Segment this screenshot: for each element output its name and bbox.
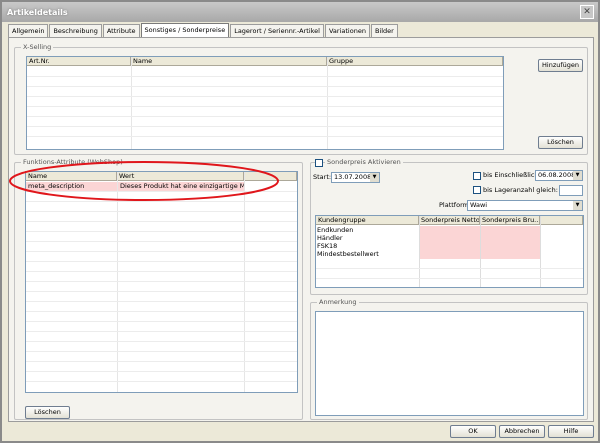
start-date-value: 13.07.2008: [334, 173, 372, 181]
sonderpreis-activate-label: Sonderpreis Aktivieren: [325, 158, 403, 167]
cancel-button[interactable]: Abbrechen: [499, 425, 545, 438]
ok-button[interactable]: OK: [450, 425, 496, 438]
artikeldetails-window: Artikeldetails ✕ Allgemein Beschreibung …: [0, 0, 600, 443]
column-header-kundengruppe[interactable]: Kundengruppe: [316, 216, 419, 225]
sonderpreis-activate-checkbox[interactable]: [315, 159, 323, 167]
x-selling-delete-button[interactable]: Löschen: [538, 136, 583, 149]
help-button[interactable]: Hilfe: [548, 425, 594, 438]
kundengruppe-table[interactable]: Kundengruppe Sonderpreis Netto Sonderpre…: [315, 215, 584, 288]
tab-allgemein[interactable]: Allgemein: [8, 24, 49, 37]
bis-lageranzahl-checkbox[interactable]: [473, 186, 481, 194]
tab-panel: X-Selling Art.Nr. Name Gruppe Hinzufügen…: [8, 37, 594, 422]
column-header-wert[interactable]: Wert: [117, 172, 244, 181]
tab-attribute[interactable]: Attribute: [102, 24, 140, 37]
funktions-attribute-table[interactable]: Name Wert meta_description Dieses Produk…: [25, 171, 298, 393]
column-header-empty: [540, 216, 583, 225]
column-header-name[interactable]: Name: [131, 57, 327, 66]
x-selling-table[interactable]: Art.Nr. Name Gruppe: [26, 56, 504, 150]
close-icon[interactable]: ✕: [580, 5, 594, 19]
window-title: Artikeldetails: [7, 7, 68, 17]
kundengruppe-row[interactable]: FSK18: [317, 242, 337, 250]
column-header-sonderpreis-brutto[interactable]: Sonderpreis Bru...: [480, 216, 540, 225]
tab-bilder[interactable]: Bilder: [370, 24, 398, 37]
anmerkung-textarea[interactable]: [315, 311, 584, 416]
bis-einschliesslich-checkbox[interactable]: [473, 172, 481, 180]
column-header-gruppe[interactable]: Gruppe: [327, 57, 503, 66]
lageranzahl-input[interactable]: [559, 185, 583, 196]
attribute-name-cell[interactable]: meta_description: [26, 182, 117, 191]
funktions-attribute-group: Funktions-Attribute (WebShop) Name Wert …: [14, 158, 303, 420]
kundengruppe-row[interactable]: Mindestbestellwert: [317, 250, 379, 258]
start-label: Start:: [313, 173, 332, 181]
tab-bar: Allgemein Beschreibung Attribute Sonstig…: [8, 23, 399, 37]
until-date-value: 06.08.2008: [538, 171, 576, 179]
chevron-down-icon[interactable]: ▼: [370, 173, 379, 182]
chevron-down-icon[interactable]: ▼: [573, 171, 582, 180]
tab-variationen[interactable]: Variationen: [324, 24, 370, 37]
kundengruppe-row[interactable]: Endkunden: [317, 226, 353, 234]
kundengruppe-row[interactable]: Händler: [317, 234, 343, 242]
funktions-attribute-legend: Funktions-Attribute (WebShop): [21, 158, 125, 167]
column-header-name[interactable]: Name: [26, 172, 117, 181]
bis-lageranzahl-label: bis Lageranzahl gleich:: [483, 186, 558, 194]
anmerkung-legend: Anmerkung: [317, 298, 359, 307]
plattform-value: Wawi: [470, 201, 488, 209]
title-bar[interactable]: Artikeldetails ✕: [2, 2, 598, 22]
column-header-art-nr[interactable]: Art.Nr.: [27, 57, 131, 66]
column-header-sonderpreis-netto[interactable]: Sonderpreis Netto: [419, 216, 480, 225]
funktions-delete-button[interactable]: Löschen: [25, 406, 70, 419]
attribute-value-cell[interactable]: Dieses Produkt hat eine einzigartige M..…: [118, 182, 244, 191]
plattform-select[interactable]: Wawi ▼: [467, 200, 583, 211]
x-selling-group: X-Selling Art.Nr. Name Gruppe Hinzufügen…: [14, 43, 588, 155]
until-date-picker[interactable]: 06.08.2008 ▼: [535, 170, 583, 181]
add-button[interactable]: Hinzufügen: [538, 59, 583, 72]
tab-sonstiges-sonderpreise[interactable]: Sonstiges / Sonderpreise: [140, 23, 230, 37]
start-date-picker[interactable]: 13.07.2008 ▼: [331, 172, 380, 183]
sonderpreis-group: Sonderpreis Aktivieren Start: 13.07.2008…: [310, 158, 588, 295]
x-selling-legend: X-Selling: [21, 43, 54, 52]
anmerkung-group: Anmerkung: [310, 298, 588, 420]
chevron-down-icon[interactable]: ▼: [573, 201, 582, 210]
tab-beschreibung[interactable]: Beschreibung: [49, 24, 102, 37]
bis-einschliesslich-label: bis Einschließlich:: [483, 171, 541, 179]
tab-lagerort-seriennr[interactable]: Lagerort / Seriennr.-Artikel: [230, 24, 324, 37]
column-header-empty: [244, 172, 297, 181]
